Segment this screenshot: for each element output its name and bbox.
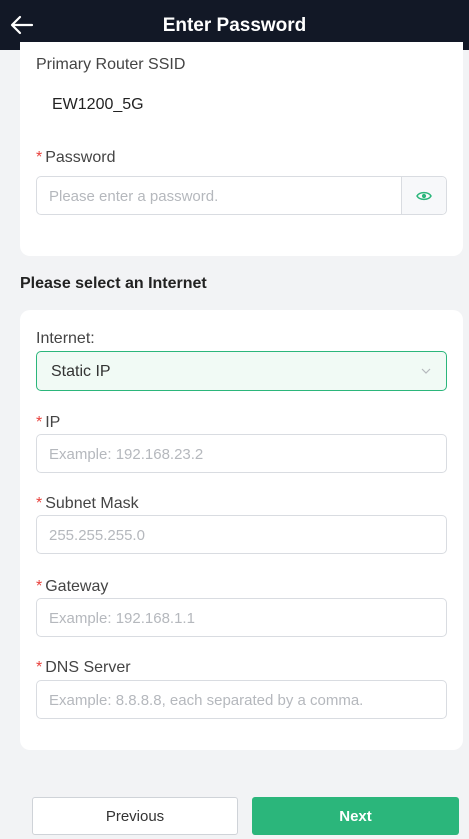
internet-type-value: Static IP [51, 363, 111, 380]
dns-server-label-text: DNS Server [45, 659, 131, 676]
required-mark: * [36, 414, 43, 431]
ip-input[interactable]: Example: 192.168.23.2 [36, 434, 447, 473]
next-button[interactable]: Next [252, 797, 459, 835]
ip-label: * IP [36, 414, 60, 432]
gateway-label: * Gateway [36, 578, 108, 596]
subnet-mask-placeholder: 255.255.255.0 [49, 527, 145, 544]
subnet-mask-label: * Subnet Mask [36, 495, 139, 513]
ip-label-text: IP [45, 414, 61, 431]
password-input[interactable]: Please enter a password. [36, 176, 447, 215]
ssid-value: EW1200_5G [52, 96, 144, 113]
gateway-label-text: Gateway [45, 578, 109, 595]
ssid-label: Primary Router SSID [36, 56, 186, 73]
subnet-mask-input[interactable]: 255.255.255.0 [36, 515, 447, 554]
internet-type-select[interactable]: Static IP [36, 351, 447, 391]
internet-card: Internet: Static IP * IP Example: 192.168… [20, 310, 463, 750]
dns-server-placeholder: Example: 8.8.8.8, each separated by a co… [49, 692, 364, 709]
required-mark: * [36, 578, 43, 595]
chevron-down-icon [421, 368, 431, 374]
ip-placeholder: Example: 192.168.23.2 [49, 446, 204, 463]
wifi-card: Primary Router SSID EW1200_5G * Password … [20, 42, 463, 256]
subnet-mask-label-text: Subnet Mask [45, 495, 139, 512]
internet-label: Internet: [36, 330, 95, 347]
dns-server-label: * DNS Server [36, 659, 131, 677]
section-title: Please select an Internet [20, 275, 207, 292]
dns-server-input[interactable]: Example: 8.8.8.8, each separated by a co… [36, 680, 447, 719]
page-title: Enter Password [162, 15, 307, 36]
required-mark: * [36, 495, 43, 512]
password-placeholder: Please enter a password. [49, 188, 219, 205]
required-mark: * [36, 659, 43, 676]
toggle-password-visibility-button[interactable] [401, 177, 446, 214]
gateway-placeholder: Example: 192.168.1.1 [49, 610, 195, 627]
gateway-input[interactable]: Example: 192.168.1.1 [36, 598, 447, 637]
password-label-text: Password [45, 149, 116, 166]
eye-icon [416, 191, 432, 200]
previous-button[interactable]: Previous [32, 797, 238, 835]
required-mark: * [36, 149, 43, 166]
password-label: * Password [36, 149, 115, 167]
